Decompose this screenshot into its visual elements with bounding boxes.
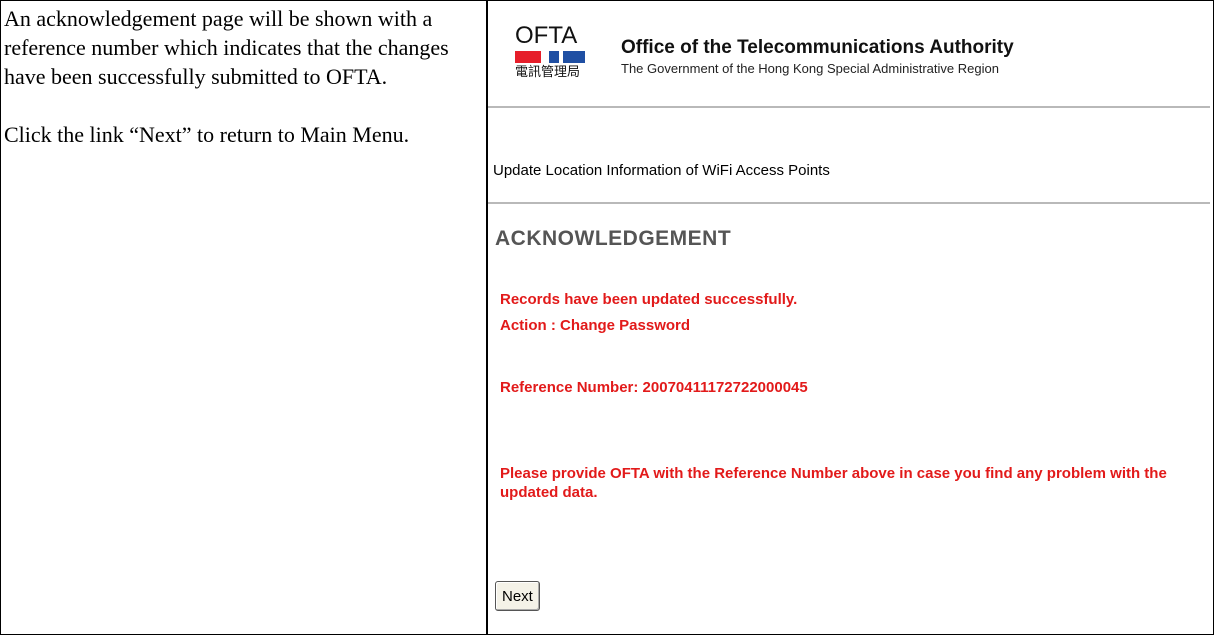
screenshot-column: OFTA 電訊管理局 Office of the Telecommunicati… [488,1,1213,634]
instruction-paragraph-1: An acknowledgement page will be shown wi… [4,6,449,89]
ofta-logo: OFTA 電訊管理局 [515,24,595,88]
breadcrumb: Update Location Information of WiFi Acce… [493,162,830,179]
reference-number: Reference Number: 20070411172722000045 [500,379,808,396]
instruction-paragraph-2: Click the link “Next” to return to Main … [4,122,410,147]
instruction-column: An acknowledgement page will be shown wi… [1,1,488,634]
logo-blue-bar-2 [563,51,585,63]
action-message: Action : Change Password [500,317,691,334]
page-title: ACKNOWLEDGEMENT [495,227,732,250]
logo-red-bar [515,51,541,63]
site-header: OFTA 電訊管理局 Office of the Telecommunicati… [488,1,1210,108]
success-message: Records have been updated successfully. [500,291,798,308]
reference-note: Please provide OFTA with the Reference N… [500,465,1167,501]
logo-bars-icon [515,51,595,63]
org-subtitle: The Government of the Hong Kong Special … [621,61,999,76]
org-title: Office of the Telecommunications Authori… [621,37,1014,58]
document-table: An acknowledgement page will be shown wi… [0,0,1214,635]
logo-text: OFTA [515,22,578,49]
logo-blue-bar [549,51,559,63]
next-button[interactable]: Next [495,581,540,611]
divider [488,202,1210,204]
logo-chinese-text: 電訊管理局 [515,64,581,79]
